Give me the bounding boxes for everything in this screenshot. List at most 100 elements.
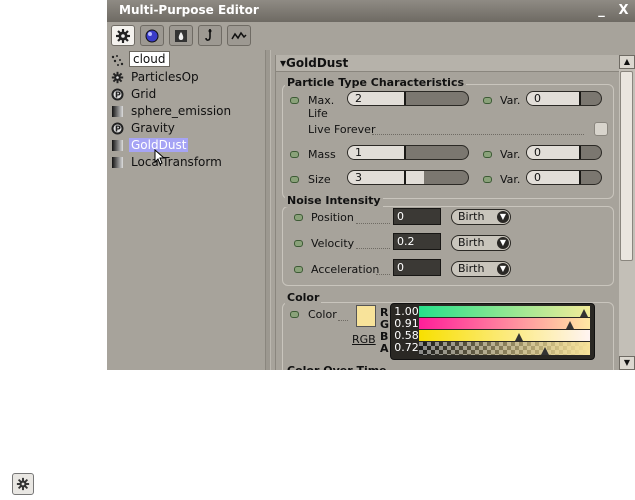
channel-label-a: A (380, 342, 389, 355)
size-slider[interactable]: 3 (347, 170, 469, 185)
gear-icon (16, 477, 30, 491)
scroll-up-arrow-icon[interactable]: ▲ (619, 55, 635, 69)
alpha-value-marker[interactable] (541, 347, 549, 355)
tab-hooks[interactable] (198, 25, 222, 46)
window-title: Multi-Purpose Editor (119, 3, 259, 17)
live-forever-checkbox[interactable] (594, 122, 608, 136)
hook-icon (205, 29, 212, 41)
dotted-leader (356, 248, 390, 249)
dotted-leader (356, 223, 390, 224)
red-channel-bar[interactable] (419, 306, 590, 317)
chevron-down-icon: ▼ (497, 211, 509, 223)
tab-spheres[interactable] (140, 25, 164, 46)
gear-icon (111, 71, 124, 84)
multi-purpose-editor-window: Multi-Purpose Editor _ X cloud Particles… (107, 0, 635, 370)
tree-item-label: Grid (131, 87, 157, 101)
red-value-marker[interactable] (580, 309, 588, 317)
acceleration-mode-dropdown[interactable]: Birth ▼ (451, 261, 511, 277)
panel-header[interactable]: ▾GoldDust (276, 55, 619, 72)
animate-toggle-acceleration[interactable] (294, 266, 303, 273)
position-label: Position (311, 211, 354, 224)
mass-slider[interactable]: 1 (347, 145, 469, 160)
live-forever-label: Live Forever (308, 123, 376, 136)
velocity-noise-field[interactable]: 0.2 (393, 233, 441, 250)
slider-value: 0 (534, 171, 541, 184)
panel-splitter[interactable] (265, 50, 271, 370)
slider-value: 2 (355, 92, 362, 105)
color-channel-panel: R G B A 1.000 0.913 0.583 0.728 (380, 303, 595, 360)
floating-gear-button[interactable] (12, 473, 34, 495)
gradient-node-icon (112, 140, 123, 151)
animate-toggle-mass[interactable] (290, 151, 299, 158)
dropdown-value: Birth (458, 236, 485, 249)
blue-channel-bar[interactable] (419, 330, 590, 341)
mass-var-slider[interactable]: 0 (526, 145, 602, 160)
mass-label: Mass (308, 148, 336, 161)
group-title: Color (285, 291, 322, 304)
chevron-down-icon: ▼ (497, 237, 509, 249)
animate-toggle-size[interactable] (290, 176, 299, 183)
p-node-icon: P (111, 88, 124, 101)
max-life-slider[interactable]: 2 (347, 91, 469, 106)
particle-dots-icon (111, 55, 124, 66)
position-noise-field[interactable]: 0 (393, 208, 441, 225)
velocity-mode-dropdown[interactable]: Birth ▼ (451, 235, 511, 251)
title-bar[interactable]: Multi-Purpose Editor _ X (107, 0, 635, 22)
tab-curves[interactable] (227, 25, 251, 46)
close-button[interactable]: X (616, 3, 631, 18)
gradient-node-icon (112, 106, 123, 117)
p-node-icon: P (111, 122, 124, 135)
animate-toggle-size-var[interactable] (483, 176, 492, 183)
green-value-marker[interactable] (566, 321, 574, 329)
node-tree: cloud ParticlesOp P Grid sphere_emission (107, 50, 265, 370)
dotted-leader (338, 320, 348, 321)
scroll-down-arrow-icon[interactable]: ▼ (619, 356, 635, 370)
minimize-button[interactable]: _ (594, 3, 609, 18)
size-var-slider[interactable]: 0 (526, 170, 602, 185)
properties-panel: ▾GoldDust Particle Type Characteristics … (275, 55, 619, 370)
slider-value: 3 (355, 171, 362, 184)
animate-toggle-max-life[interactable] (290, 97, 299, 104)
tab-fire[interactable] (169, 25, 193, 46)
group-title: Particle Type Characteristics (285, 76, 467, 89)
tree-item-label: LocalTransform (131, 155, 222, 169)
group-title: Noise Intensity (285, 194, 383, 207)
position-mode-dropdown[interactable]: Birth ▼ (451, 209, 511, 225)
var-label: Var. (500, 94, 521, 107)
alpha-channel-bar[interactable] (419, 342, 590, 355)
tree-item-label[interactable]: cloud (129, 51, 170, 67)
blue-value-marker[interactable] (515, 333, 523, 341)
velocity-label: Velocity (311, 237, 355, 250)
animate-toggle-color[interactable] (290, 311, 299, 318)
dotted-leader (376, 274, 390, 275)
mouse-cursor-icon (154, 149, 166, 165)
vertical-scrollbar[interactable]: ▲ ▼ (619, 55, 635, 370)
svg-text:P: P (115, 125, 121, 134)
color-label: Color (308, 308, 337, 321)
dotted-leader (372, 134, 584, 135)
color-swatch[interactable] (356, 305, 376, 327)
animate-toggle-max-life-var[interactable] (483, 97, 492, 104)
tab-particle-ops[interactable] (111, 25, 135, 46)
slider-value: 1 (355, 146, 362, 159)
tree-item-label: ParticlesOp (131, 70, 199, 84)
chevron-down-icon: ▼ (497, 263, 509, 275)
max-life-var-slider[interactable]: 0 (526, 91, 602, 106)
panel-title: ▾GoldDust (280, 56, 349, 70)
tree-item-label: sphere_emission (131, 104, 232, 118)
curve-icon (231, 31, 247, 40)
acceleration-noise-field[interactable]: 0 (393, 259, 441, 276)
animate-toggle-mass-var[interactable] (483, 151, 492, 158)
scrollbar-thumb[interactable] (620, 71, 633, 261)
size-label: Size (308, 173, 331, 186)
green-channel-bar[interactable] (419, 318, 590, 329)
rgb-mode-button[interactable]: RGB (352, 333, 376, 346)
animate-toggle-position[interactable] (294, 214, 303, 221)
var-label: Var. (500, 173, 521, 186)
sphere-icon (145, 29, 159, 43)
slider-value: 0 (534, 146, 541, 159)
acceleration-label: Acceleration (311, 263, 380, 276)
max-life-label: Max. Life (308, 94, 335, 120)
animate-toggle-velocity[interactable] (294, 240, 303, 247)
dropdown-value: Birth (458, 262, 485, 275)
